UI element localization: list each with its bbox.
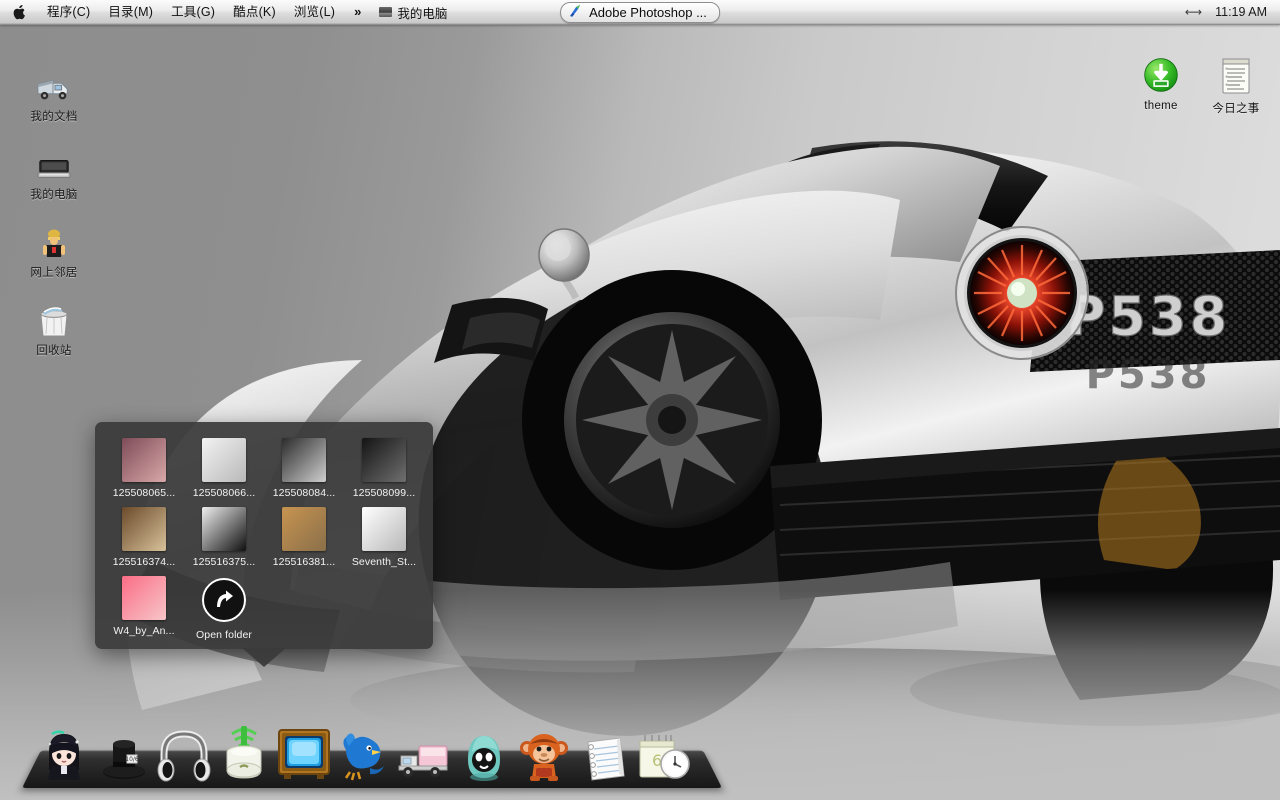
retro-tv-icon [278, 729, 330, 779]
menu-bar: 程序(C) 目录(M) 工具(G) 酷点(K) 浏览(L) » 我的电脑 Ado… [0, 0, 1280, 25]
file-thumbnail [362, 438, 406, 482]
file-name: 125508066... [192, 487, 256, 499]
monkey-icon [520, 734, 568, 781]
file-thumbnail [282, 507, 326, 551]
menu-kudian[interactable]: 酷点(K) [224, 0, 285, 24]
dock-item-truck[interactable] [396, 726, 452, 782]
desktop-icon-today-tasks[interactable]: 今日之事 [1198, 58, 1274, 116]
stack-item[interactable]: 125516374... [104, 501, 184, 568]
file-thumbnail [122, 576, 166, 620]
desktop-icon-label: 今日之事 [1212, 103, 1260, 115]
wallpaper-image: P538 P538 [0, 0, 1280, 800]
dock-item-television[interactable] [276, 726, 332, 782]
file-thumbnail [362, 507, 406, 551]
svg-text:P538: P538 [1086, 352, 1211, 398]
active-app-label: Adobe Photoshop ... [589, 5, 707, 20]
file-thumbnail [122, 438, 166, 482]
file-thumbnail [122, 507, 166, 551]
resize-arrows-icon[interactable]: ⟷ [1185, 5, 1202, 19]
stack-open-folder-label: Open folder [196, 629, 252, 641]
computer-icon [379, 7, 393, 17]
desktop-icon-theme[interactable]: theme [1123, 58, 1199, 112]
delivery-truck-icon [36, 70, 72, 104]
file-name: Seventh_St... [351, 556, 417, 568]
file-thumbnail [202, 438, 246, 482]
anime-girl-icon [48, 730, 80, 780]
photoshop-feather-icon [569, 4, 583, 21]
wallpaper-badge: P538 [1066, 285, 1230, 348]
menu-programs[interactable]: 程序(C) [38, 0, 99, 24]
stack-open-folder[interactable]: Open folder [184, 570, 264, 641]
file-thumbnail [282, 438, 326, 482]
notepad-list-icon [1218, 58, 1254, 96]
desktop-icon-my-computer[interactable]: 我的电脑 [16, 148, 92, 202]
stack-popup-tail [242, 648, 286, 667]
desktop: P538 P538 程序(C) 目录(M) 工具(G) 酷点(K) 浏览(L) … [0, 0, 1280, 800]
file-name: 125516375... [192, 556, 256, 568]
svg-text:10/6: 10/6 [125, 756, 139, 763]
menu-overflow[interactable]: » [344, 0, 370, 24]
file-thumbnail [202, 507, 246, 551]
file-name: W4_by_An... [113, 625, 175, 637]
stack-item[interactable]: 125508065... [104, 432, 184, 499]
menu-browse[interactable]: 浏览(L) [285, 0, 344, 24]
desktop-icon-recycle-bin[interactable]: 回收站 [16, 304, 92, 358]
dock-item-calendar-clock[interactable]: 6 [636, 726, 692, 782]
dock-item-monkey[interactable] [516, 726, 572, 782]
teal-egg-icon [468, 736, 500, 781]
menu-catalog[interactable]: 目录(M) [99, 0, 162, 24]
stack-item[interactable]: Seventh_St... [344, 501, 424, 568]
dock-item-anime-girl[interactable] [36, 726, 92, 782]
recycle-bin-icon [36, 304, 72, 338]
dock-item-notepad[interactable] [576, 726, 632, 782]
file-name: 125516381... [272, 556, 336, 568]
file-name: 125508099... [352, 487, 416, 499]
dock-item-twitter[interactable] [336, 726, 392, 782]
dock-item-egg-character[interactable] [456, 726, 512, 782]
computer-icon [36, 148, 72, 182]
menu-my-computer-label: 我的电脑 [397, 6, 448, 21]
dock-item-rice-cooker[interactable] [216, 720, 272, 782]
file-name: 125508065... [112, 487, 176, 499]
top-hat-icon: 10/6 [103, 740, 145, 779]
desktop-icon-label: theme [1144, 100, 1178, 112]
stack-item[interactable]: 125508084... [264, 432, 344, 499]
headphones-icon [157, 730, 211, 782]
network-person-icon [36, 226, 72, 260]
notepad-icon [587, 737, 625, 781]
dock-item-headphones[interactable] [156, 726, 212, 782]
desktop-icon-label: 我的文档 [30, 111, 78, 123]
desktop-icon-label: 我的电脑 [30, 189, 78, 201]
stack-item[interactable]: 125508099... [344, 432, 424, 499]
stack-popup: 125508065... 125508066... 125508084... 1… [95, 422, 433, 667]
file-name: 125516374... [112, 556, 176, 568]
open-folder-arrow-icon [202, 578, 246, 622]
desktop-icon-network-neighborhood[interactable]: 网上邻居 [16, 226, 92, 280]
apple-logo-icon[interactable] [0, 0, 38, 24]
stack-grid: 125508065... 125508066... 125508084... 1… [95, 432, 433, 641]
menu-bar-clock[interactable]: 11:19 AM [1215, 5, 1267, 19]
stack-item[interactable]: 125508066... [184, 432, 264, 499]
dock-items: 10/6 6 [22, 724, 736, 782]
stack-item[interactable]: 125516381... [264, 501, 344, 568]
menu-my-computer[interactable]: 我的电脑 [370, 0, 456, 24]
active-app-button[interactable]: Adobe Photoshop ... [560, 2, 720, 23]
menu-tools[interactable]: 工具(G) [162, 0, 224, 24]
twitter-bird-icon [343, 733, 384, 781]
delivery-truck-icon [398, 745, 448, 777]
stack-item[interactable]: 125516375... [184, 501, 264, 568]
dock: 10/6 6 [22, 726, 722, 788]
desktop-icon-label: 网上邻居 [30, 267, 78, 279]
dock-item-top-hat[interactable]: 10/6 [96, 726, 152, 782]
green-download-icon [1143, 58, 1179, 96]
stack-item[interactable]: W4_by_An... [104, 570, 184, 641]
menu-bar-right: ⟷ 11:19 AM [1185, 0, 1280, 24]
file-name: 125508084... [272, 487, 336, 499]
desktop-icon-my-documents[interactable]: 我的文档 [16, 70, 92, 124]
menu-bar-left: 程序(C) 目录(M) 工具(G) 酷点(K) 浏览(L) » 我的电脑 [0, 0, 456, 24]
desktop-icon-label: 回收站 [36, 345, 72, 357]
rice-cooker-wifi-icon [226, 726, 262, 779]
calendar-clock-icon: 6 [639, 735, 690, 779]
